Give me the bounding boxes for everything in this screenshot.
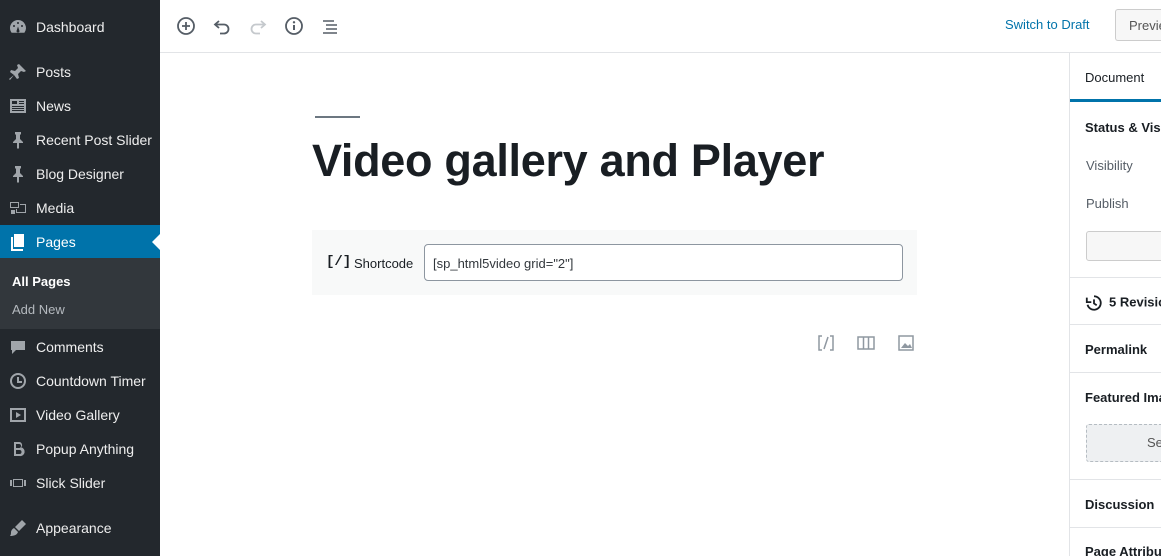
tab-document[interactable]: Document (1070, 53, 1161, 102)
pin-icon (0, 157, 36, 191)
sidebar-item-comments[interactable]: Comments (0, 330, 160, 364)
submenu-add-new[interactable]: Add New (12, 302, 65, 317)
add-block-button[interactable] (172, 12, 200, 40)
undo-icon (213, 20, 230, 35)
featured-image-toggle[interactable]: Featured Image (1085, 390, 1161, 405)
sidebar-item-slick-slider[interactable]: Slick Slider (0, 466, 160, 500)
sidebar-item-label: Comments (36, 339, 104, 355)
divider (1070, 479, 1161, 480)
move-to-trash-button[interactable] (1086, 231, 1161, 261)
discussion-toggle[interactable]: Discussion (1085, 497, 1154, 512)
shortcode-block[interactable]: [/] Shortcode [sp_html5video grid="2"] (312, 230, 917, 295)
wp-editor-screen: Dashboard Posts News Recent Post Slider … (0, 0, 1161, 556)
sidebar-item-label: News (36, 98, 72, 114)
image-icon (898, 335, 914, 351)
permalink-toggle[interactable]: Permalink (1085, 342, 1147, 357)
divider (1070, 277, 1161, 278)
pages-icon (0, 225, 36, 259)
columns-icon (857, 336, 875, 350)
revisions-link[interactable]: 5 Revisions (1085, 294, 1161, 312)
sidebar-item-label: Recent Post Slider (36, 132, 152, 148)
clock-icon (0, 364, 36, 398)
block-navigation-button[interactable] (316, 12, 344, 40)
sidebar-item-blog-designer[interactable]: Blog Designer (0, 157, 160, 191)
divider (1070, 324, 1161, 325)
editor-toolbar: Switch to Draft Preview (160, 0, 1161, 53)
insert-shortcode-button[interactable] (814, 331, 838, 355)
sidebar-item-news[interactable]: News (0, 89, 160, 123)
page-attributes-toggle[interactable]: Page Attributes (1085, 544, 1161, 556)
content-info-button[interactable] (280, 12, 308, 40)
redo-button[interactable] (244, 12, 272, 40)
preview-button[interactable]: Preview (1115, 9, 1161, 41)
shortcode-icon: [/] (326, 254, 352, 270)
sidebar-item-label: Posts (36, 64, 72, 80)
visibility-label: Visibility (1086, 158, 1133, 173)
sidebar-item-label: Appearance (36, 520, 112, 536)
undo-button[interactable] (208, 12, 236, 40)
b-icon (0, 432, 36, 466)
insert-image-button[interactable] (894, 331, 918, 355)
status-visibility-toggle[interactable]: Status & Visibility (1085, 120, 1161, 135)
slider-icon (0, 466, 36, 500)
media-icon (0, 191, 36, 225)
pages-submenu: All Pages Add New (0, 258, 160, 329)
comment-icon (0, 330, 36, 364)
pin-icon (0, 55, 36, 89)
set-featured-image-button[interactable]: Set featured image (1086, 424, 1161, 462)
sidebar-item-label: Pages (36, 234, 76, 250)
sidebar-item-dashboard[interactable]: Dashboard (0, 10, 160, 44)
post-title[interactable]: Video gallery and Player (312, 135, 825, 187)
sidebar-item-recent-post-slider[interactable]: Recent Post Slider (0, 123, 160, 157)
document-settings-panel: Document Status & Visibility Visibility … (1069, 53, 1161, 556)
divider (1070, 372, 1161, 373)
pin-icon (0, 123, 36, 157)
dashboard-icon (0, 10, 36, 44)
active-indicator (152, 234, 160, 250)
divider (1070, 527, 1161, 528)
sidebar-item-countdown-timer[interactable]: Countdown Timer (0, 364, 160, 398)
sidebar-item-label: Slick Slider (36, 475, 106, 491)
editor-canvas: Video gallery and Player [/] Shortcode [… (160, 53, 1070, 556)
shortcode-icon (818, 335, 834, 351)
sidebar-item-posts[interactable]: Posts (0, 55, 160, 89)
redo-icon (250, 20, 267, 35)
sidebar-item-video-gallery[interactable]: Video Gallery (0, 398, 160, 432)
sidebar-item-label: Media (36, 200, 75, 216)
sidebar-item-pages[interactable]: Pages (0, 225, 160, 259)
sidebar-item-label: Video Gallery (36, 407, 120, 423)
info-icon (285, 17, 303, 35)
submenu-all-pages[interactable]: All Pages (12, 274, 71, 289)
sidebar-item-label: Blog Designer (36, 166, 124, 182)
list-icon (323, 20, 337, 34)
brush-icon (0, 511, 36, 545)
sidebar-item-media[interactable]: Media (0, 191, 160, 225)
publish-label: Publish (1086, 196, 1129, 211)
switch-to-draft-link[interactable]: Switch to Draft (1005, 17, 1090, 32)
sidebar-item-appearance[interactable]: Appearance (0, 511, 160, 545)
shortcode-input[interactable]: [sp_html5video grid="2"] (424, 244, 903, 281)
plus-circle-icon (177, 17, 195, 35)
shortcode-label: Shortcode (354, 256, 414, 271)
insert-columns-button[interactable] (854, 331, 878, 355)
history-icon (1085, 295, 1102, 311)
news-icon (0, 89, 36, 123)
title-separator (315, 116, 360, 118)
sidebar-item-label: Countdown Timer (36, 373, 146, 389)
sidebar-item-label: Dashboard (36, 19, 105, 35)
sidebar-item-label: Popup Anything (36, 441, 135, 457)
admin-sidebar: Dashboard Posts News Recent Post Slider … (0, 0, 160, 556)
sidebar-item-popup-anything[interactable]: Popup Anything (0, 432, 160, 466)
video-icon (0, 398, 36, 432)
revisions-label: 5 Revisions (1109, 294, 1161, 310)
